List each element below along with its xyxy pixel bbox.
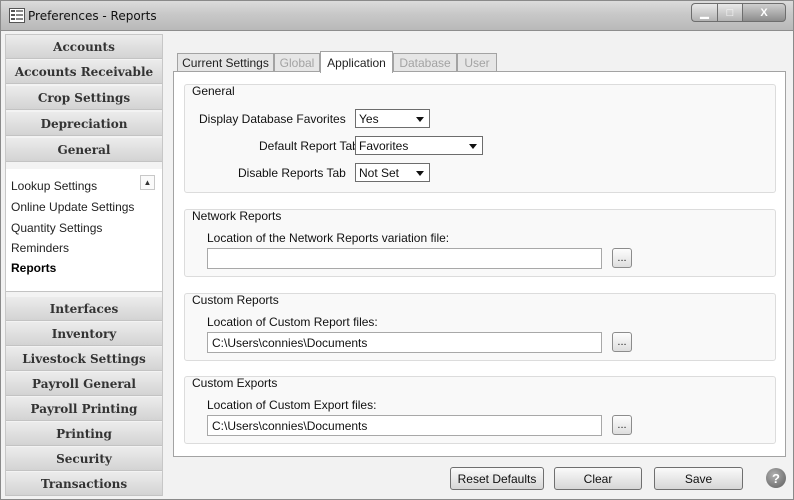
chevron-down-icon	[416, 171, 424, 176]
disable-reports-tab-label: Disable Reports Tab	[238, 166, 346, 180]
network-reports-group: Network Reports Location of the Network …	[184, 209, 776, 277]
close-button[interactable]: X	[742, 3, 786, 22]
sidebar-category-depreciation[interactable]: Depreciation	[6, 112, 162, 136]
sidebar-category-general[interactable]: General	[6, 138, 162, 162]
sidebar-item-quantity-settings[interactable]: Quantity Settings	[11, 221, 102, 235]
preferences-window: Preferences - Reports ▁ □ X Accounts Acc…	[0, 0, 794, 500]
disable-reports-tab-dropdown[interactable]: Not Set	[355, 163, 430, 182]
network-reports-path-input[interactable]	[207, 248, 602, 269]
custom-exports-path-value: C:\Users\connies\Documents	[212, 418, 368, 433]
sidebar-category-accounts-receivable[interactable]: Accounts Receivable	[6, 60, 162, 84]
custom-exports-browse-button[interactable]: ...	[612, 415, 632, 435]
network-reports-label: Location of the Network Reports variatio…	[207, 231, 450, 245]
title-bar[interactable]: Preferences - Reports ▁ □ X	[1, 1, 793, 31]
tab-application[interactable]: Application	[320, 51, 393, 73]
sidebar-item-lookup-settings[interactable]: Lookup Settings	[11, 179, 97, 193]
maximize-button[interactable]: □	[717, 3, 742, 22]
maximize-icon: □	[726, 6, 734, 19]
minimize-icon: ▁	[700, 7, 709, 19]
reset-defaults-button[interactable]: Reset Defaults	[450, 467, 544, 490]
disable-reports-tab-value: Not Set	[359, 165, 400, 180]
general-group-title: General	[192, 84, 235, 98]
default-report-tab-value: Favorites	[359, 138, 409, 153]
network-reports-browse-button[interactable]: ...	[612, 248, 632, 268]
sidebar-category-livestock-settings[interactable]: Livestock Settings	[6, 347, 162, 371]
scroll-up-button[interactable]: ▲	[140, 175, 155, 190]
sidebar-category-inventory[interactable]: Inventory	[6, 322, 162, 346]
custom-exports-group-title: Custom Exports	[192, 376, 278, 390]
custom-reports-path-value: C:\Users\connies\Documents	[212, 335, 368, 350]
application-tab-panel: General Display Database Favorites Yes D…	[173, 71, 786, 457]
sidebar-category-transactions[interactable]: Transactions	[6, 472, 162, 496]
sidebar-category-printing[interactable]: Printing	[6, 422, 162, 446]
sidebar-category-interfaces[interactable]: Interfaces	[6, 297, 162, 321]
sidebar-category-payroll-general[interactable]: Payroll General	[6, 372, 162, 396]
sidebar-item-reminders[interactable]: Reminders	[11, 241, 69, 255]
minimize-button[interactable]: ▁	[691, 3, 717, 22]
sidebar-item-reports[interactable]: Reports	[11, 261, 56, 275]
scroll-up-icon: ▲	[143, 178, 152, 187]
close-icon: X	[760, 6, 768, 19]
preferences-list-icon	[9, 8, 25, 23]
network-reports-group-title: Network Reports	[192, 209, 282, 223]
preferences-sidebar: Accounts Accounts Receivable Crop Settin…	[5, 34, 163, 496]
sidebar-category-accounts[interactable]: Accounts	[6, 35, 162, 59]
tab-database[interactable]: Database	[393, 53, 457, 72]
tab-global[interactable]: Global	[274, 53, 320, 72]
sidebar-item-online-update-settings[interactable]: Online Update Settings	[11, 200, 134, 214]
sidebar-category-crop-settings[interactable]: Crop Settings	[6, 86, 162, 110]
custom-exports-label: Location of Custom Export files:	[207, 398, 377, 412]
custom-reports-group-title: Custom Reports	[192, 293, 279, 307]
custom-reports-browse-button[interactable]: ...	[612, 332, 632, 352]
default-report-tab-label: Default Report Tab	[259, 139, 359, 153]
save-button[interactable]: Save	[654, 467, 743, 490]
help-icon: ?	[772, 470, 780, 486]
sidebar-category-security[interactable]: Security	[6, 447, 162, 471]
chevron-down-icon	[469, 144, 477, 149]
tab-current-settings[interactable]: Current Settings	[177, 53, 274, 72]
help-button[interactable]: ?	[766, 468, 786, 488]
display-favorites-dropdown[interactable]: Yes	[355, 109, 430, 128]
custom-exports-group: Custom Exports Location of Custom Export…	[184, 376, 776, 444]
display-favorites-value: Yes	[359, 111, 379, 126]
display-favorites-label: Display Database Favorites	[199, 112, 346, 126]
custom-reports-path-input[interactable]: C:\Users\connies\Documents	[207, 332, 602, 353]
general-subitems-list: Lookup Settings Online Update Settings Q…	[6, 169, 162, 292]
default-report-tab-dropdown[interactable]: Favorites	[355, 136, 483, 155]
window-title: Preferences - Reports	[28, 9, 157, 23]
clear-button[interactable]: Clear	[554, 467, 642, 490]
custom-reports-group: Custom Reports Location of Custom Report…	[184, 293, 776, 361]
general-group: General Display Database Favorites Yes D…	[184, 84, 776, 193]
custom-reports-label: Location of Custom Report files:	[207, 315, 378, 329]
sidebar-category-payroll-printing[interactable]: Payroll Printing	[6, 397, 162, 421]
window-controls: ▁ □ X	[691, 3, 786, 22]
tab-user[interactable]: User	[457, 53, 497, 72]
chevron-down-icon	[416, 117, 424, 122]
custom-exports-path-input[interactable]: C:\Users\connies\Documents	[207, 415, 602, 436]
